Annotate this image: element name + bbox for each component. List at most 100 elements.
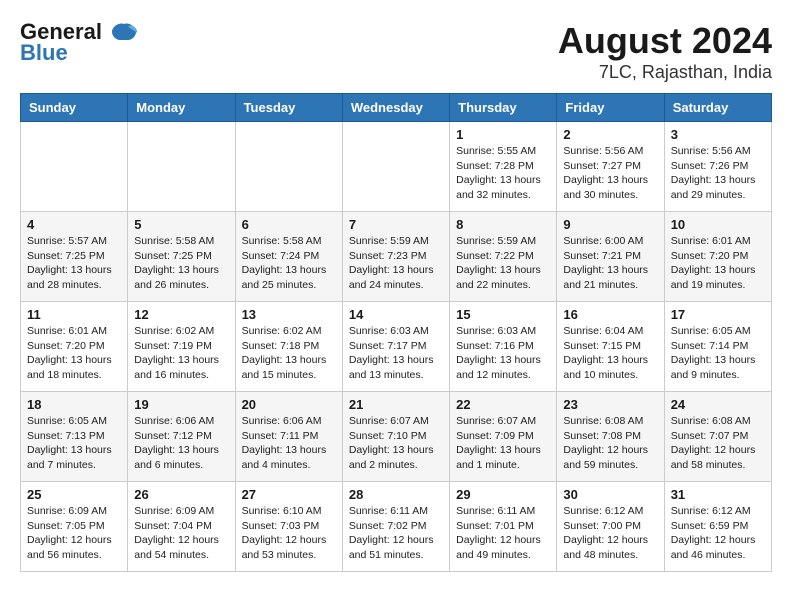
calendar-cell: 31 Sunrise: 6:12 AM Sunset: 6:59 PM Dayli… <box>664 482 771 572</box>
day-number: 24 <box>671 397 765 412</box>
calendar-cell: 5Sunrise: 5:58 AM Sunset: 7:25 PM Daylig… <box>128 212 235 302</box>
calendar-cell <box>342 122 449 212</box>
day-number: 12 <box>134 307 228 322</box>
day-info: Sunrise: 6:08 AM Sunset: 7:07 PM Dayligh… <box>671 414 765 473</box>
day-info: Sunrise: 5:55 AM Sunset: 7:28 PM Dayligh… <box>456 144 550 203</box>
day-info: Sunrise: 6:11 AM Sunset: 7:02 PM Dayligh… <box>349 504 443 563</box>
calendar-cell: 30 Sunrise: 6:12 AM Sunset: 7:00 PM Dayli… <box>557 482 664 572</box>
calendar-cell: 27Sunrise: 6:10 AM Sunset: 7:03 PM Dayli… <box>235 482 342 572</box>
day-info: Sunrise: 5:56 AM Sunset: 7:26 PM Dayligh… <box>671 144 765 203</box>
calendar-header: SundayMondayTuesdayWednesdayThursdayFrid… <box>21 94 772 122</box>
calendar-cell: 2 Sunrise: 5:56 AM Sunset: 7:27 PM Daylig… <box>557 122 664 212</box>
day-number: 17 <box>671 307 765 322</box>
day-info: Sunrise: 6:01 AM Sunset: 7:20 PM Dayligh… <box>671 234 765 293</box>
day-number: 21 <box>349 397 443 412</box>
day-info: Sunrise: 6:10 AM Sunset: 7:03 PM Dayligh… <box>242 504 336 563</box>
day-info: Sunrise: 6:03 AM Sunset: 7:16 PM Dayligh… <box>456 324 550 383</box>
day-number: 14 <box>349 307 443 322</box>
weekday-header-thursday: Thursday <box>450 94 557 122</box>
calendar-cell <box>235 122 342 212</box>
weekday-header-saturday: Saturday <box>664 94 771 122</box>
day-number: 2 <box>563 127 657 142</box>
calendar-cell: 8 Sunrise: 5:59 AM Sunset: 7:22 PM Daylig… <box>450 212 557 302</box>
calendar-cell: 25 Sunrise: 6:09 AM Sunset: 7:05 PM Dayli… <box>21 482 128 572</box>
day-number: 18 <box>27 397 121 412</box>
weekday-header-tuesday: Tuesday <box>235 94 342 122</box>
day-info: Sunrise: 5:56 AM Sunset: 7:27 PM Dayligh… <box>563 144 657 203</box>
day-info: Sunrise: 6:07 AM Sunset: 7:09 PM Dayligh… <box>456 414 550 473</box>
day-info: Sunrise: 6:05 AM Sunset: 7:13 PM Dayligh… <box>27 414 121 473</box>
day-number: 20 <box>242 397 336 412</box>
calendar-cell: 9 Sunrise: 6:00 AM Sunset: 7:21 PM Daylig… <box>557 212 664 302</box>
day-number: 6 <box>242 217 336 232</box>
day-info: Sunrise: 6:03 AM Sunset: 7:17 PM Dayligh… <box>349 324 443 383</box>
day-number: 16 <box>563 307 657 322</box>
day-number: 4 <box>27 217 121 232</box>
calendar-cell: 23Sunrise: 6:08 AM Sunset: 7:08 PM Dayli… <box>557 392 664 482</box>
day-number: 25 <box>27 487 121 502</box>
calendar-cell: 10 Sunrise: 6:01 AM Sunset: 7:20 PM Dayli… <box>664 212 771 302</box>
day-info: Sunrise: 6:02 AM Sunset: 7:19 PM Dayligh… <box>134 324 228 383</box>
day-info: Sunrise: 6:08 AM Sunset: 7:08 PM Dayligh… <box>563 414 657 473</box>
day-number: 1 <box>456 127 550 142</box>
weekday-header-monday: Monday <box>128 94 235 122</box>
calendar-week-4: 18 Sunrise: 6:05 AM Sunset: 7:13 PM Dayli… <box>21 392 772 482</box>
calendar-cell: 22 Sunrise: 6:07 AM Sunset: 7:09 PM Dayli… <box>450 392 557 482</box>
calendar-cell: 3 Sunrise: 5:56 AM Sunset: 7:26 PM Daylig… <box>664 122 771 212</box>
logo: General Blue <box>20 20 138 66</box>
calendar-cell: 12 Sunrise: 6:02 AM Sunset: 7:19 PM Dayli… <box>128 302 235 392</box>
calendar-cell: 28 Sunrise: 6:11 AM Sunset: 7:02 PM Dayli… <box>342 482 449 572</box>
day-info: Sunrise: 6:12 AM Sunset: 6:59 PM Dayligh… <box>671 504 765 563</box>
day-info: Sunrise: 6:12 AM Sunset: 7:00 PM Dayligh… <box>563 504 657 563</box>
weekday-header-sunday: Sunday <box>21 94 128 122</box>
day-info: Sunrise: 6:06 AM Sunset: 7:12 PM Dayligh… <box>134 414 228 473</box>
day-info: Sunrise: 6:00 AM Sunset: 7:21 PM Dayligh… <box>563 234 657 293</box>
day-number: 7 <box>349 217 443 232</box>
calendar-cell: 6 Sunrise: 5:58 AM Sunset: 7:24 PM Daylig… <box>235 212 342 302</box>
calendar-cell: 26 Sunrise: 6:09 AM Sunset: 7:04 PM Dayli… <box>128 482 235 572</box>
day-info: Sunrise: 6:07 AM Sunset: 7:10 PM Dayligh… <box>349 414 443 473</box>
day-info: Sunrise: 6:06 AM Sunset: 7:11 PM Dayligh… <box>242 414 336 473</box>
day-number: 10 <box>671 217 765 232</box>
day-number: 30 <box>563 487 657 502</box>
day-number: 22 <box>456 397 550 412</box>
day-number: 29 <box>456 487 550 502</box>
calendar-cell: 11 Sunrise: 6:01 AM Sunset: 7:20 PM Dayli… <box>21 302 128 392</box>
day-info: Sunrise: 5:57 AM Sunset: 7:25 PM Dayligh… <box>27 234 121 293</box>
calendar-cell: 18 Sunrise: 6:05 AM Sunset: 7:13 PM Dayli… <box>21 392 128 482</box>
calendar-cell: 13Sunrise: 6:02 AM Sunset: 7:18 PM Dayli… <box>235 302 342 392</box>
day-number: 26 <box>134 487 228 502</box>
day-number: 11 <box>27 307 121 322</box>
calendar-cell: 21 Sunrise: 6:07 AM Sunset: 7:10 PM Dayli… <box>342 392 449 482</box>
day-number: 19 <box>134 397 228 412</box>
month-title: August 2024 <box>558 20 772 62</box>
calendar-cell: 1 Sunrise: 5:55 AM Sunset: 7:28 PM Daylig… <box>450 122 557 212</box>
day-info: Sunrise: 5:59 AM Sunset: 7:22 PM Dayligh… <box>456 234 550 293</box>
calendar-table: SundayMondayTuesdayWednesdayThursdayFrid… <box>20 93 772 572</box>
day-info: Sunrise: 6:01 AM Sunset: 7:20 PM Dayligh… <box>27 324 121 383</box>
weekday-header-row: SundayMondayTuesdayWednesdayThursdayFrid… <box>21 94 772 122</box>
title-block: August 2024 7LC, Rajasthan, India <box>558 20 772 83</box>
day-info: Sunrise: 6:09 AM Sunset: 7:05 PM Dayligh… <box>27 504 121 563</box>
calendar-cell: 14 Sunrise: 6:03 AM Sunset: 7:17 PM Dayli… <box>342 302 449 392</box>
calendar-cell: 19 Sunrise: 6:06 AM Sunset: 7:12 PM Dayli… <box>128 392 235 482</box>
day-number: 9 <box>563 217 657 232</box>
day-number: 3 <box>671 127 765 142</box>
weekday-header-friday: Friday <box>557 94 664 122</box>
day-number: 31 <box>671 487 765 502</box>
calendar-cell <box>128 122 235 212</box>
calendar-body: 1 Sunrise: 5:55 AM Sunset: 7:28 PM Daylig… <box>21 122 772 572</box>
calendar-cell: 29Sunrise: 6:11 AM Sunset: 7:01 PM Dayli… <box>450 482 557 572</box>
calendar-week-2: 4 Sunrise: 5:57 AM Sunset: 7:25 PM Daylig… <box>21 212 772 302</box>
weekday-header-wednesday: Wednesday <box>342 94 449 122</box>
day-info: Sunrise: 5:59 AM Sunset: 7:23 PM Dayligh… <box>349 234 443 293</box>
page-header: General Blue August 2024 7LC, Rajasthan,… <box>20 20 772 83</box>
day-number: 8 <box>456 217 550 232</box>
day-info: Sunrise: 6:05 AM Sunset: 7:14 PM Dayligh… <box>671 324 765 383</box>
calendar-week-1: 1 Sunrise: 5:55 AM Sunset: 7:28 PM Daylig… <box>21 122 772 212</box>
day-info: Sunrise: 5:58 AM Sunset: 7:24 PM Dayligh… <box>242 234 336 293</box>
day-number: 5 <box>134 217 228 232</box>
day-info: Sunrise: 6:09 AM Sunset: 7:04 PM Dayligh… <box>134 504 228 563</box>
calendar-cell: 24 Sunrise: 6:08 AM Sunset: 7:07 PM Dayli… <box>664 392 771 482</box>
day-number: 28 <box>349 487 443 502</box>
